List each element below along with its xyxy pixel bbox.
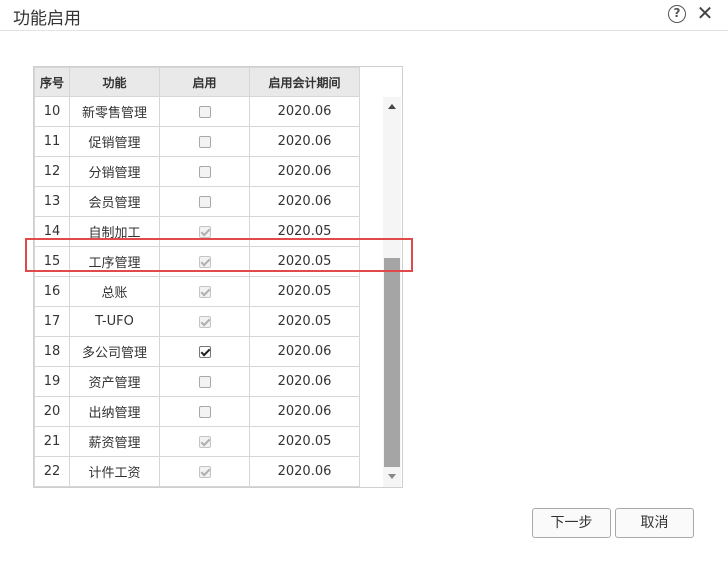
table-row[interactable]: 20 出纳管理 2020.06: [34, 396, 360, 427]
row-index-cell: 21: [34, 426, 70, 457]
table-row[interactable]: 12 分销管理 2020.06: [34, 156, 360, 187]
period-cell[interactable]: 2020.06: [249, 96, 360, 127]
period-cell[interactable]: 2020.06: [249, 186, 360, 217]
feature-name-cell: T-UFO: [69, 306, 160, 337]
row-index-cell: 16: [34, 276, 70, 307]
enabled-cell: [159, 366, 250, 397]
enable-checkbox[interactable]: [198, 135, 211, 148]
enabled-cell: [159, 426, 250, 457]
enabled-cell: [159, 306, 250, 337]
feature-name-cell: 计件工资: [69, 456, 160, 487]
column-header-feature[interactable]: 功能: [69, 67, 160, 97]
row-index-cell: 17: [34, 306, 70, 337]
column-header-period[interactable]: 启用会计期间: [249, 67, 360, 97]
enable-checkbox: [198, 435, 211, 448]
table-row[interactable]: 14 自制加工 2020.05: [34, 216, 360, 247]
enable-checkbox[interactable]: [198, 405, 211, 418]
period-cell[interactable]: 2020.05: [249, 246, 360, 277]
enabled-cell: [159, 276, 250, 307]
table-row[interactable]: 10 新零售管理 2020.06: [34, 96, 360, 127]
enable-checkbox: [198, 465, 211, 478]
feature-name-cell: 会员管理: [69, 186, 160, 217]
vertical-scrollbar[interactable]: [383, 97, 401, 487]
enabled-cell: [159, 126, 250, 157]
row-index-cell: 19: [34, 366, 70, 397]
dialog-titlebar: 功能启用 ? ✕: [0, 0, 728, 31]
enabled-cell: [159, 336, 250, 367]
row-index-cell: 12: [34, 156, 70, 187]
enabled-cell: [159, 96, 250, 127]
enable-checkbox[interactable]: [198, 165, 211, 178]
period-cell[interactable]: 2020.06: [249, 456, 360, 487]
enable-checkbox[interactable]: [198, 105, 211, 118]
next-step-button[interactable]: 下一步: [532, 508, 611, 538]
feature-name-cell: 薪资管理: [69, 426, 160, 457]
dialog-title: 功能启用: [13, 9, 81, 29]
column-header-enabled[interactable]: 启用: [159, 67, 250, 97]
table-row[interactable]: 18 多公司管理 2020.06: [34, 336, 360, 367]
feature-name-cell: 新零售管理: [69, 96, 160, 127]
enable-checkbox: [198, 225, 211, 238]
enable-checkbox[interactable]: [198, 345, 211, 358]
period-cell[interactable]: 2020.06: [249, 156, 360, 187]
table-row[interactable]: 17 T-UFO 2020.05: [34, 306, 360, 337]
table-row[interactable]: 22 计件工资 2020.06: [34, 456, 360, 487]
feature-name-cell: 出纳管理: [69, 396, 160, 427]
feature-table: 序号 功能 启用 启用会计期间 10 新零售管理 2020.06 11 促销管理 2020…: [34, 67, 360, 487]
period-cell[interactable]: 2020.06: [249, 126, 360, 157]
scroll-down-arrow-icon[interactable]: [388, 474, 396, 479]
feature-name-cell: 多公司管理: [69, 336, 160, 367]
scroll-up-arrow-icon[interactable]: [388, 104, 396, 109]
row-index-cell: 14: [34, 216, 70, 247]
enable-checkbox: [198, 285, 211, 298]
table-row[interactable]: 16 总账 2020.05: [34, 276, 360, 307]
enable-checkbox: [198, 255, 211, 268]
row-index-cell: 11: [34, 126, 70, 157]
table-header-row: 序号 功能 启用 启用会计期间: [34, 67, 360, 97]
enabled-cell: [159, 246, 250, 277]
row-index-cell: 13: [34, 186, 70, 217]
period-cell[interactable]: 2020.05: [249, 306, 360, 337]
row-index-cell: 18: [34, 336, 70, 367]
feature-name-cell: 自制加工: [69, 216, 160, 247]
period-cell[interactable]: 2020.05: [249, 216, 360, 247]
row-index-cell: 10: [34, 96, 70, 127]
question-circle-icon[interactable]: ?: [668, 5, 686, 23]
table-row[interactable]: 21 薪资管理 2020.05: [34, 426, 360, 457]
close-icon[interactable]: ✕: [694, 2, 716, 24]
table-row[interactable]: 11 促销管理 2020.06: [34, 126, 360, 157]
row-index-cell: 15: [34, 246, 70, 277]
table-row[interactable]: 13 会员管理 2020.06: [34, 186, 360, 217]
period-cell[interactable]: 2020.05: [249, 426, 360, 457]
enable-checkbox[interactable]: [198, 195, 211, 208]
row-index-cell: 22: [34, 456, 70, 487]
feature-name-cell: 促销管理: [69, 126, 160, 157]
feature-name-cell: 资产管理: [69, 366, 160, 397]
enabled-cell: [159, 396, 250, 427]
feature-name-cell: 总账: [69, 276, 160, 307]
column-header-index[interactable]: 序号: [34, 67, 70, 97]
period-cell[interactable]: 2020.06: [249, 366, 360, 397]
enable-checkbox[interactable]: [198, 375, 211, 388]
table-row[interactable]: 19 资产管理 2020.06: [34, 366, 360, 397]
enable-checkbox: [198, 315, 211, 328]
row-index-cell: 20: [34, 396, 70, 427]
period-cell[interactable]: 2020.06: [249, 336, 360, 367]
scroll-thumb[interactable]: [384, 258, 400, 467]
enabled-cell: [159, 186, 250, 217]
table-row[interactable]: 15 工序管理 2020.05: [34, 246, 360, 277]
feature-name-cell: 工序管理: [69, 246, 160, 277]
cancel-button[interactable]: 取消: [615, 508, 694, 538]
enabled-cell: [159, 156, 250, 187]
period-cell[interactable]: 2020.05: [249, 276, 360, 307]
enabled-cell: [159, 216, 250, 247]
period-cell[interactable]: 2020.06: [249, 396, 360, 427]
feature-grid: 序号 功能 启用 启用会计期间 10 新零售管理 2020.06 11 促销管理 2020…: [33, 66, 403, 488]
enabled-cell: [159, 456, 250, 487]
feature-name-cell: 分销管理: [69, 156, 160, 187]
